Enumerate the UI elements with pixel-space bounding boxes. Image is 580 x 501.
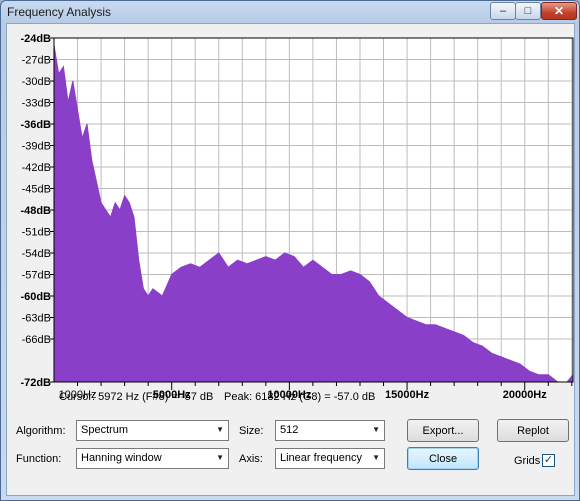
peak-readout: Peak: 6182 Hz (G8) = -57.0 dB bbox=[224, 391, 376, 403]
window-title: Frequency Analysis bbox=[7, 5, 112, 19]
minimize-button[interactable]: – bbox=[490, 2, 516, 20]
function-select[interactable]: Hanning window ▼ bbox=[76, 448, 229, 469]
grids-checkbox[interactable]: ✓ bbox=[542, 454, 555, 467]
chevron-down-icon: ▼ bbox=[216, 425, 224, 434]
y-tick-label: -63dB bbox=[22, 313, 51, 325]
minimize-icon: – bbox=[499, 4, 507, 17]
cursor-readout: Cursor: 5972 Hz (F#8) = -57 dB bbox=[59, 391, 214, 403]
size-select[interactable]: 512 ▼ bbox=[275, 420, 385, 441]
axis-select[interactable]: Linear frequency ▼ bbox=[275, 448, 385, 469]
frequency-analysis-window: Frequency Analysis – □ ✕ -24dB -27dB -30dB… bbox=[0, 0, 580, 501]
chevron-down-icon: ▼ bbox=[372, 453, 380, 462]
y-tick-label: -27dB bbox=[22, 55, 51, 67]
y-tick-label: -51dB bbox=[22, 227, 51, 239]
maximize-icon: □ bbox=[524, 4, 532, 17]
y-tick-label: -30dB bbox=[22, 76, 51, 88]
chevron-down-icon: ▼ bbox=[372, 425, 380, 434]
size-value: 512 bbox=[280, 424, 299, 436]
export-button[interactable]: Export... bbox=[407, 419, 479, 442]
close-window-button[interactable]: ✕ bbox=[541, 2, 577, 20]
axis-value: Linear frequency bbox=[280, 452, 362, 464]
algorithm-value: Spectrum bbox=[81, 424, 129, 436]
size-label: Size: bbox=[239, 425, 264, 437]
algorithm-label: Algorithm: bbox=[16, 425, 66, 437]
y-tick-label: -24dB bbox=[20, 33, 51, 45]
spectrum-chart[interactable]: -24dB -27dB -30dB -33dB -36dB -39dB -42dB -45dB… bbox=[7, 30, 576, 406]
y-tick-label: -54dB bbox=[22, 248, 51, 260]
replot-button[interactable]: Replot bbox=[497, 419, 569, 442]
grids-label: Grids bbox=[514, 455, 541, 467]
x-tick-label: 20000Hz bbox=[503, 389, 548, 401]
title-bar[interactable]: Frequency Analysis – □ ✕ bbox=[1, 1, 579, 23]
y-tick-label: -33dB bbox=[22, 98, 51, 110]
function-value: Hanning window bbox=[81, 452, 162, 464]
axis-label: Axis: bbox=[239, 453, 263, 465]
y-tick-label: -39dB bbox=[22, 141, 51, 153]
y-tick-label: -57dB bbox=[22, 270, 51, 282]
algorithm-select[interactable]: Spectrum ▼ bbox=[76, 420, 229, 441]
y-tick-label: -66dB bbox=[22, 334, 51, 346]
function-label: Function: bbox=[16, 453, 62, 465]
check-icon: ✓ bbox=[543, 454, 554, 466]
y-tick-label: -72dB bbox=[20, 377, 51, 389]
y-tick-label: -36dB bbox=[20, 119, 51, 131]
y-tick-label: -42dB bbox=[22, 162, 51, 174]
y-tick-label: -48dB bbox=[20, 205, 51, 217]
chevron-down-icon: ▼ bbox=[216, 453, 224, 462]
dialog-client: -24dB -27dB -30dB -33dB -36dB -39dB -42dB -45dB… bbox=[6, 23, 575, 496]
y-tick-label: -60dB bbox=[20, 291, 51, 303]
close-icon: ✕ bbox=[553, 4, 565, 18]
x-tick-label: 15000Hz bbox=[385, 389, 430, 401]
close-button[interactable]: Close bbox=[407, 447, 479, 470]
maximize-button[interactable]: □ bbox=[515, 2, 541, 20]
y-tick-label: -45dB bbox=[22, 184, 51, 196]
